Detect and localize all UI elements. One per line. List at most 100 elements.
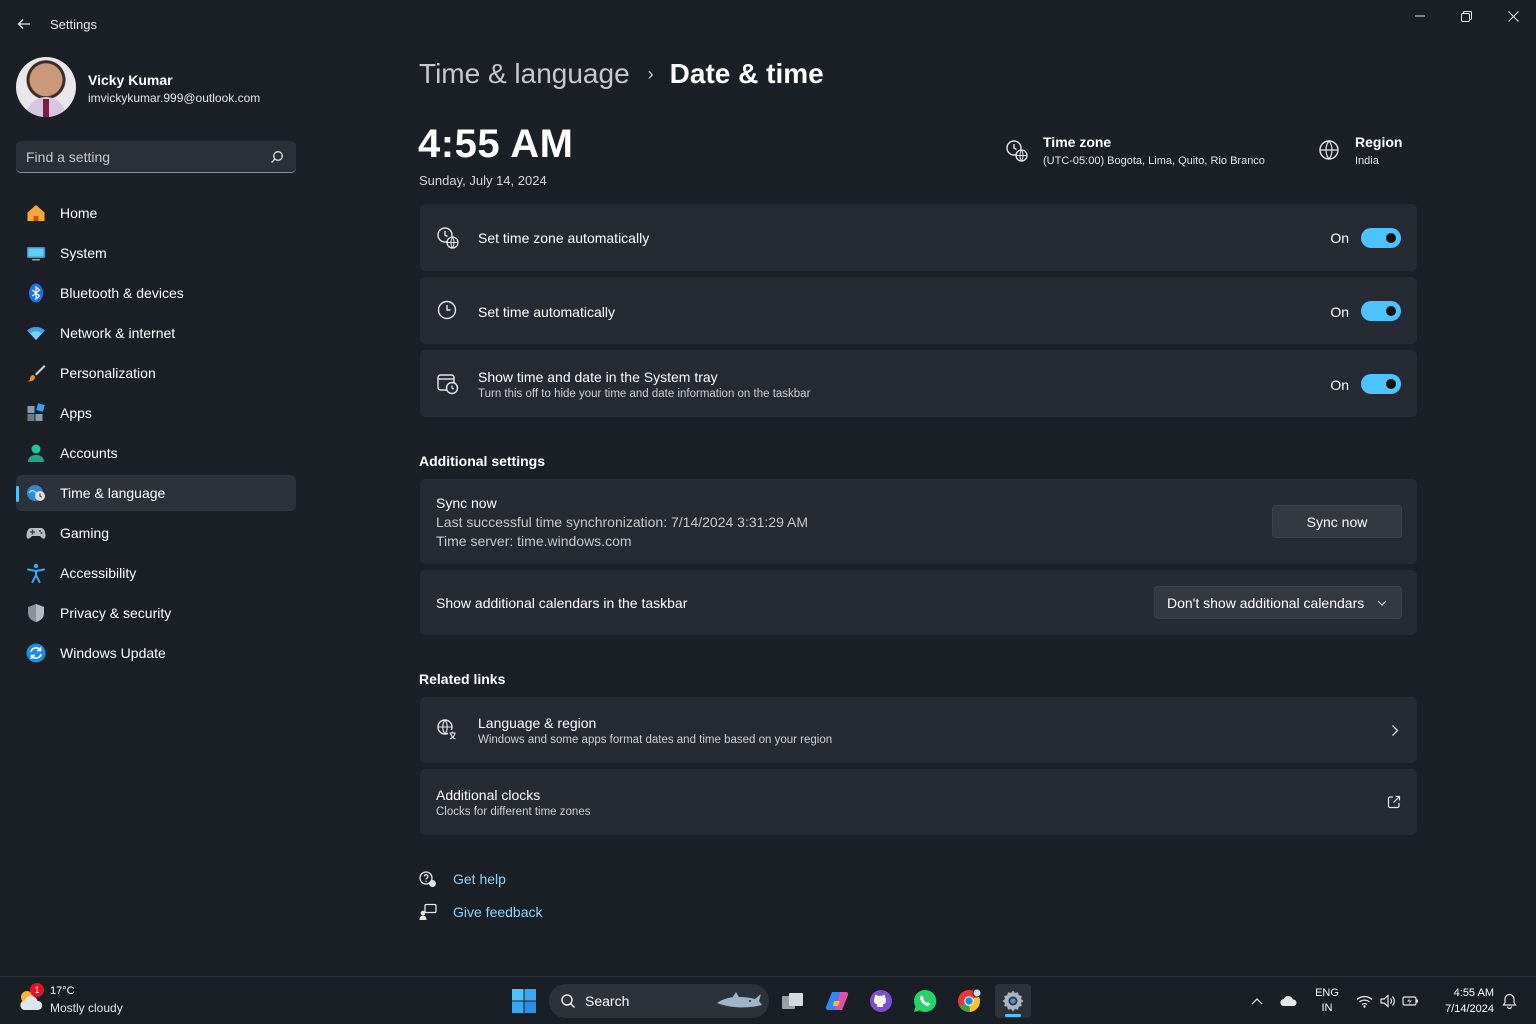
language-region-code: IN <box>1321 1002 1333 1014</box>
settings-app-button[interactable] <box>995 984 1031 1018</box>
chevron-up-icon <box>1251 998 1263 1005</box>
chrome-icon <box>958 988 982 1013</box>
additional-clocks-link[interactable]: Additional clocks Clocks for different t… <box>420 769 1417 835</box>
chrome-button[interactable] <box>951 984 987 1018</box>
setting-subtitle: Turn this off to hide your time and date… <box>478 388 811 400</box>
sidebar-item-accounts[interactable]: Accounts <box>16 435 296 471</box>
sidebar-item-bluetooth[interactable]: Bluetooth & devices <box>16 275 296 311</box>
region-value: India <box>1355 155 1379 167</box>
sidebar-item-label: Bluetooth & devices <box>60 285 184 301</box>
toggle-state-label: On <box>1330 377 1349 393</box>
profile-name: Vicky Kumar <box>88 72 173 88</box>
sidebar-item-label: Privacy & security <box>60 605 172 621</box>
auto-time-toggle[interactable] <box>1361 301 1401 321</box>
sync-card: Sync now Last successful time synchroniz… <box>420 479 1417 564</box>
get-help-link[interactable]: Get help <box>419 870 506 888</box>
sidebar-item-home[interactable]: Home <box>16 195 296 231</box>
notifications-button[interactable] <box>1498 977 1520 1024</box>
language-region-icon <box>437 719 459 741</box>
chevron-down-icon <box>1377 600 1387 606</box>
clock-icon <box>437 300 457 320</box>
time-server-text: Time server: time.windows.com <box>436 533 632 549</box>
sidebar-item-label: Accounts <box>60 445 118 461</box>
accounts-icon <box>28 444 44 462</box>
back-arrow-icon <box>17 19 30 29</box>
systray-time-toggle[interactable] <box>1361 374 1401 394</box>
task-view-icon <box>782 993 803 1009</box>
sidebar-item-time-language[interactable]: Time & language <box>16 475 296 511</box>
sidebar-item-label: Personalization <box>60 365 156 381</box>
toggle-state-label: On <box>1330 230 1349 246</box>
shark-search-highlight-icon <box>717 992 762 1008</box>
sidebar-item-label: Gaming <box>60 525 110 541</box>
copilot-button[interactable] <box>819 984 855 1018</box>
sidebar-item-label: Windows Update <box>60 645 166 661</box>
taskbar-date: 7/14/2024 <box>1445 1003 1494 1015</box>
setting-card-auto-time: Set time automatically On <box>420 277 1417 344</box>
minimize-button[interactable] <box>1397 0 1443 32</box>
restore-button[interactable] <box>1443 0 1489 32</box>
update-icon <box>26 643 46 663</box>
chevron-right-icon: › <box>647 63 654 84</box>
calendar-clock-icon <box>437 374 459 395</box>
sidebar-item-accessibility[interactable]: Accessibility <box>16 555 296 591</box>
task-view-button[interactable] <box>775 984 811 1018</box>
sidebar-item-windows-update[interactable]: Windows Update <box>16 635 296 671</box>
close-button[interactable] <box>1490 0 1536 32</box>
window-title: Settings <box>50 17 97 32</box>
page-title: Date & time <box>669 58 824 89</box>
time-zone-icon <box>1006 140 1028 162</box>
avatar[interactable] <box>16 57 76 117</box>
close-icon <box>1507 10 1519 22</box>
sidebar-item-label: Home <box>60 205 98 221</box>
shield-icon <box>28 604 44 622</box>
search-input[interactable] <box>26 141 266 172</box>
calendars-card: Show additional calendars in the taskbar… <box>420 570 1417 635</box>
breadcrumb-parent[interactable]: Time & language <box>419 58 630 90</box>
back-button[interactable] <box>12 12 36 36</box>
current-date: Sunday, July 14, 2024 <box>419 173 547 188</box>
sidebar-item-apps[interactable]: Apps <box>16 395 296 431</box>
setting-card-auto-timezone: Set time zone automatically On <box>420 204 1417 271</box>
dropdown-value: Don't show additional calendars <box>1167 595 1365 611</box>
calendars-dropdown[interactable]: Don't show additional calendars <box>1154 586 1402 619</box>
sidebar-item-system[interactable]: System <box>16 235 296 271</box>
link-subtitle: Windows and some apps format dates and t… <box>478 734 833 746</box>
home-icon <box>27 205 45 221</box>
onedrive-button[interactable] <box>1277 977 1301 1024</box>
language-code: ENG <box>1315 987 1339 999</box>
sidebar-item-privacy[interactable]: Privacy & security <box>16 595 296 631</box>
find-setting-box <box>16 141 296 173</box>
taskbar-clock[interactable]: 4:55 AM 7/14/2024 <box>1432 985 1494 1017</box>
sidebar-item-label: Apps <box>60 405 92 421</box>
title-bar: Settings <box>0 0 1536 48</box>
sidebar-item-gaming[interactable]: Gaming <box>16 515 296 551</box>
sidebar-item-label: Time & language <box>60 485 166 501</box>
taskbar-search-label: Search <box>585 993 630 1009</box>
toggle-state-label: On <box>1330 304 1349 320</box>
github-button[interactable] <box>863 984 899 1018</box>
give-feedback-link[interactable]: Give feedback <box>419 903 543 921</box>
taskbar-search[interactable]: Search <box>549 984 769 1018</box>
search-icon <box>561 994 576 1009</box>
sidebar-item-personalization[interactable]: Personalization <box>16 355 296 391</box>
search-icon[interactable] <box>270 150 284 164</box>
whatsapp-button[interactable] <box>907 984 943 1018</box>
volume-icon <box>1379 994 1395 1008</box>
windows-start-icon[interactable] <box>510 987 538 1015</box>
show-hidden-icons-button[interactable] <box>1245 977 1269 1024</box>
sync-now-button[interactable]: Sync now <box>1272 505 1402 538</box>
wifi-status-icon <box>1356 995 1373 1008</box>
quick-settings-button[interactable] <box>1352 977 1424 1024</box>
input-language-indicator[interactable]: ENG IN <box>1311 986 1343 1016</box>
language-region-link[interactable]: Language & region Windows and some apps … <box>420 697 1417 763</box>
whatsapp-icon <box>914 989 937 1012</box>
auto-timezone-toggle[interactable] <box>1361 228 1401 248</box>
accessibility-icon <box>27 563 45 583</box>
sidebar-item-network[interactable]: Network & internet <box>16 315 296 351</box>
profile-email: imvickykumar.999@outlook.com <box>88 91 261 105</box>
gaming-icon <box>26 528 46 539</box>
gear-icon <box>1002 990 1024 1012</box>
setting-title: Show time and date in the System tray <box>478 369 718 385</box>
chevron-right-icon <box>1392 725 1399 736</box>
